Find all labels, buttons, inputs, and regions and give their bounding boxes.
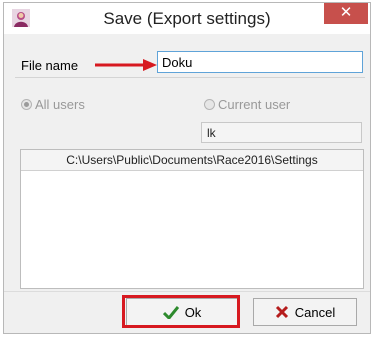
close-button[interactable]: ✕ — [324, 3, 368, 24]
all-users-radio[interactable]: All users — [21, 97, 85, 112]
user-scope-panel: All users Current user lk — [15, 88, 365, 156]
cancel-label: Cancel — [294, 304, 336, 320]
cancel-button[interactable]: Cancel — [253, 298, 357, 326]
current-user-radio[interactable]: Current user — [204, 97, 290, 112]
settings-list[interactable]: C:\Users\Public\Documents\Race2016\Setti… — [20, 149, 364, 289]
file-name-row: File name — [15, 49, 365, 78]
current-user-label: Current user — [218, 97, 291, 112]
radio-unselected-icon — [204, 99, 215, 110]
file-name-label: File name — [21, 58, 79, 73]
export-settings-dialog: Save (Export settings) ✕ File name All u… — [3, 2, 371, 334]
file-name-input[interactable] — [157, 51, 363, 73]
x-icon — [275, 305, 288, 319]
settings-path: C:\Users\Public\Documents\Race2016\Setti… — [21, 150, 363, 171]
divider — [4, 291, 370, 292]
all-users-label: All users — [35, 97, 85, 112]
title-bar: Save (Export settings) ✕ — [4, 3, 370, 34]
dialog-title: Save (Export settings) — [103, 9, 271, 28]
ok-highlight-box — [122, 295, 240, 328]
radio-selected-icon — [21, 99, 32, 110]
current-user-input[interactable]: lk — [201, 122, 362, 143]
red-arrow-icon — [95, 59, 157, 71]
